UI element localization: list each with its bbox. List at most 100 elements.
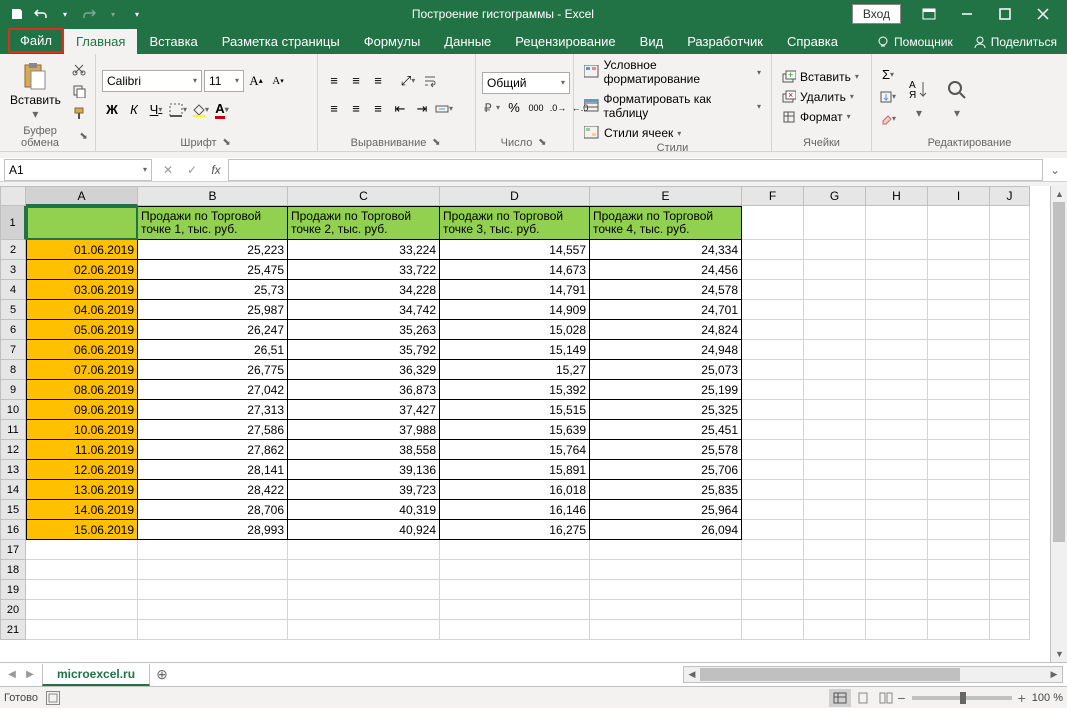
cell[interactable] [866, 360, 928, 380]
cell[interactable] [928, 340, 990, 360]
cell[interactable]: 34,742 [288, 300, 440, 320]
cell[interactable]: Продажи по Торговой точке 3, тыс. руб. [440, 206, 590, 240]
row-header[interactable]: 17 [0, 540, 26, 560]
view-page-layout-button[interactable] [852, 689, 874, 707]
cell[interactable] [804, 440, 866, 460]
cell[interactable] [288, 620, 440, 640]
cell[interactable] [990, 240, 1030, 260]
alignment-launcher[interactable]: ⬊ [430, 137, 442, 149]
column-header[interactable]: I [928, 186, 990, 206]
cell[interactable] [26, 560, 138, 580]
increase-font-button[interactable]: A▴ [246, 71, 266, 91]
cell[interactable] [866, 320, 928, 340]
zoom-slider[interactable] [912, 696, 1012, 700]
tell-me[interactable]: Помощник [866, 30, 963, 54]
clipboard-launcher[interactable]: ⬊ [78, 131, 89, 143]
cell[interactable]: 33,722 [288, 260, 440, 280]
cell[interactable] [990, 620, 1030, 640]
font-size-combo[interactable]: 11▾ [204, 70, 244, 92]
italic-button[interactable]: К [124, 100, 144, 120]
cell[interactable] [928, 580, 990, 600]
cell[interactable]: 15,515 [440, 400, 590, 420]
maximize-button[interactable] [987, 2, 1023, 26]
cell[interactable] [804, 260, 866, 280]
cell[interactable] [742, 460, 804, 480]
cell[interactable] [440, 540, 590, 560]
cell[interactable] [742, 320, 804, 340]
cell[interactable]: 28,422 [138, 480, 288, 500]
minimize-button[interactable] [949, 2, 985, 26]
cell[interactable] [138, 580, 288, 600]
vertical-scrollbar[interactable]: ▲ ▼ [1050, 186, 1067, 662]
align-middle-button[interactable]: ≡ [346, 71, 366, 91]
cell[interactable] [866, 240, 928, 260]
cell[interactable]: 14,791 [440, 280, 590, 300]
cell[interactable] [928, 206, 990, 240]
cell[interactable] [742, 620, 804, 640]
paste-button[interactable]: Вставить▾ [6, 59, 65, 123]
cell[interactable] [990, 380, 1030, 400]
cell[interactable]: 11.06.2019 [26, 440, 138, 460]
cell[interactable] [990, 206, 1030, 240]
cell[interactable] [138, 600, 288, 620]
row-header[interactable]: 14 [0, 480, 26, 500]
cell[interactable]: 35,263 [288, 320, 440, 340]
cell[interactable]: Продажи по Торговой точке 1, тыс. руб. [138, 206, 288, 240]
cell[interactable] [590, 580, 742, 600]
sheet-nav-next[interactable]: ▶ [22, 667, 38, 683]
cell[interactable]: 40,319 [288, 500, 440, 520]
zoom-in-button[interactable]: + [1018, 690, 1026, 706]
cell[interactable]: 15,764 [440, 440, 590, 460]
cell[interactable] [288, 540, 440, 560]
conditional-format-button[interactable]: Условное форматирование▾ [580, 56, 765, 88]
cell[interactable]: 15,028 [440, 320, 590, 340]
cell[interactable]: 08.06.2019 [26, 380, 138, 400]
increase-indent-button[interactable]: ⇥ [412, 99, 432, 119]
column-header[interactable]: D [440, 186, 590, 206]
column-header[interactable]: E [590, 186, 742, 206]
view-page-break-button[interactable] [875, 689, 897, 707]
cell[interactable] [804, 560, 866, 580]
cell[interactable] [804, 320, 866, 340]
cell[interactable] [866, 300, 928, 320]
undo-button[interactable] [30, 3, 52, 25]
comma-button[interactable]: 000 [526, 98, 546, 118]
cell[interactable] [804, 620, 866, 640]
cell[interactable] [928, 520, 990, 540]
sort-filter-button[interactable]: AЯ▾ [902, 72, 936, 122]
cell[interactable] [590, 620, 742, 640]
cell[interactable] [804, 540, 866, 560]
tab-file[interactable]: Файл [8, 28, 64, 53]
column-header[interactable]: F [742, 186, 804, 206]
cell[interactable] [804, 380, 866, 400]
cell[interactable] [742, 480, 804, 500]
cell[interactable] [866, 206, 928, 240]
number-format-combo[interactable]: Общий▾ [482, 72, 570, 94]
cell[interactable] [928, 560, 990, 580]
cell[interactable] [742, 260, 804, 280]
select-all-corner[interactable] [0, 186, 26, 206]
enter-formula-button[interactable]: ✓ [180, 159, 204, 181]
cell[interactable] [804, 340, 866, 360]
autosum-button[interactable]: Σ▾ [878, 65, 898, 85]
cell[interactable]: Продажи по Торговой точке 2, тыс. руб. [288, 206, 440, 240]
tab-developer[interactable]: Разработчик [675, 29, 775, 54]
cell[interactable] [866, 340, 928, 360]
cell[interactable] [742, 240, 804, 260]
cell[interactable] [26, 620, 138, 640]
sheet-nav-prev[interactable]: ◀ [4, 667, 20, 683]
insert-cells-button[interactable]: +Вставить▾ [778, 68, 863, 86]
cell[interactable]: 38,558 [288, 440, 440, 460]
cell[interactable] [804, 480, 866, 500]
cell[interactable] [804, 206, 866, 240]
cell[interactable] [866, 500, 928, 520]
cell[interactable] [26, 206, 138, 240]
cell[interactable] [990, 320, 1030, 340]
row-header[interactable]: 2 [0, 240, 26, 260]
cell[interactable]: 40,924 [288, 520, 440, 540]
expand-formula-button[interactable]: ⌄ [1043, 159, 1067, 181]
cell[interactable]: 39,136 [288, 460, 440, 480]
cell[interactable] [804, 360, 866, 380]
format-cells-button[interactable]: Формат▾ [778, 108, 855, 126]
cell[interactable]: 10.06.2019 [26, 420, 138, 440]
